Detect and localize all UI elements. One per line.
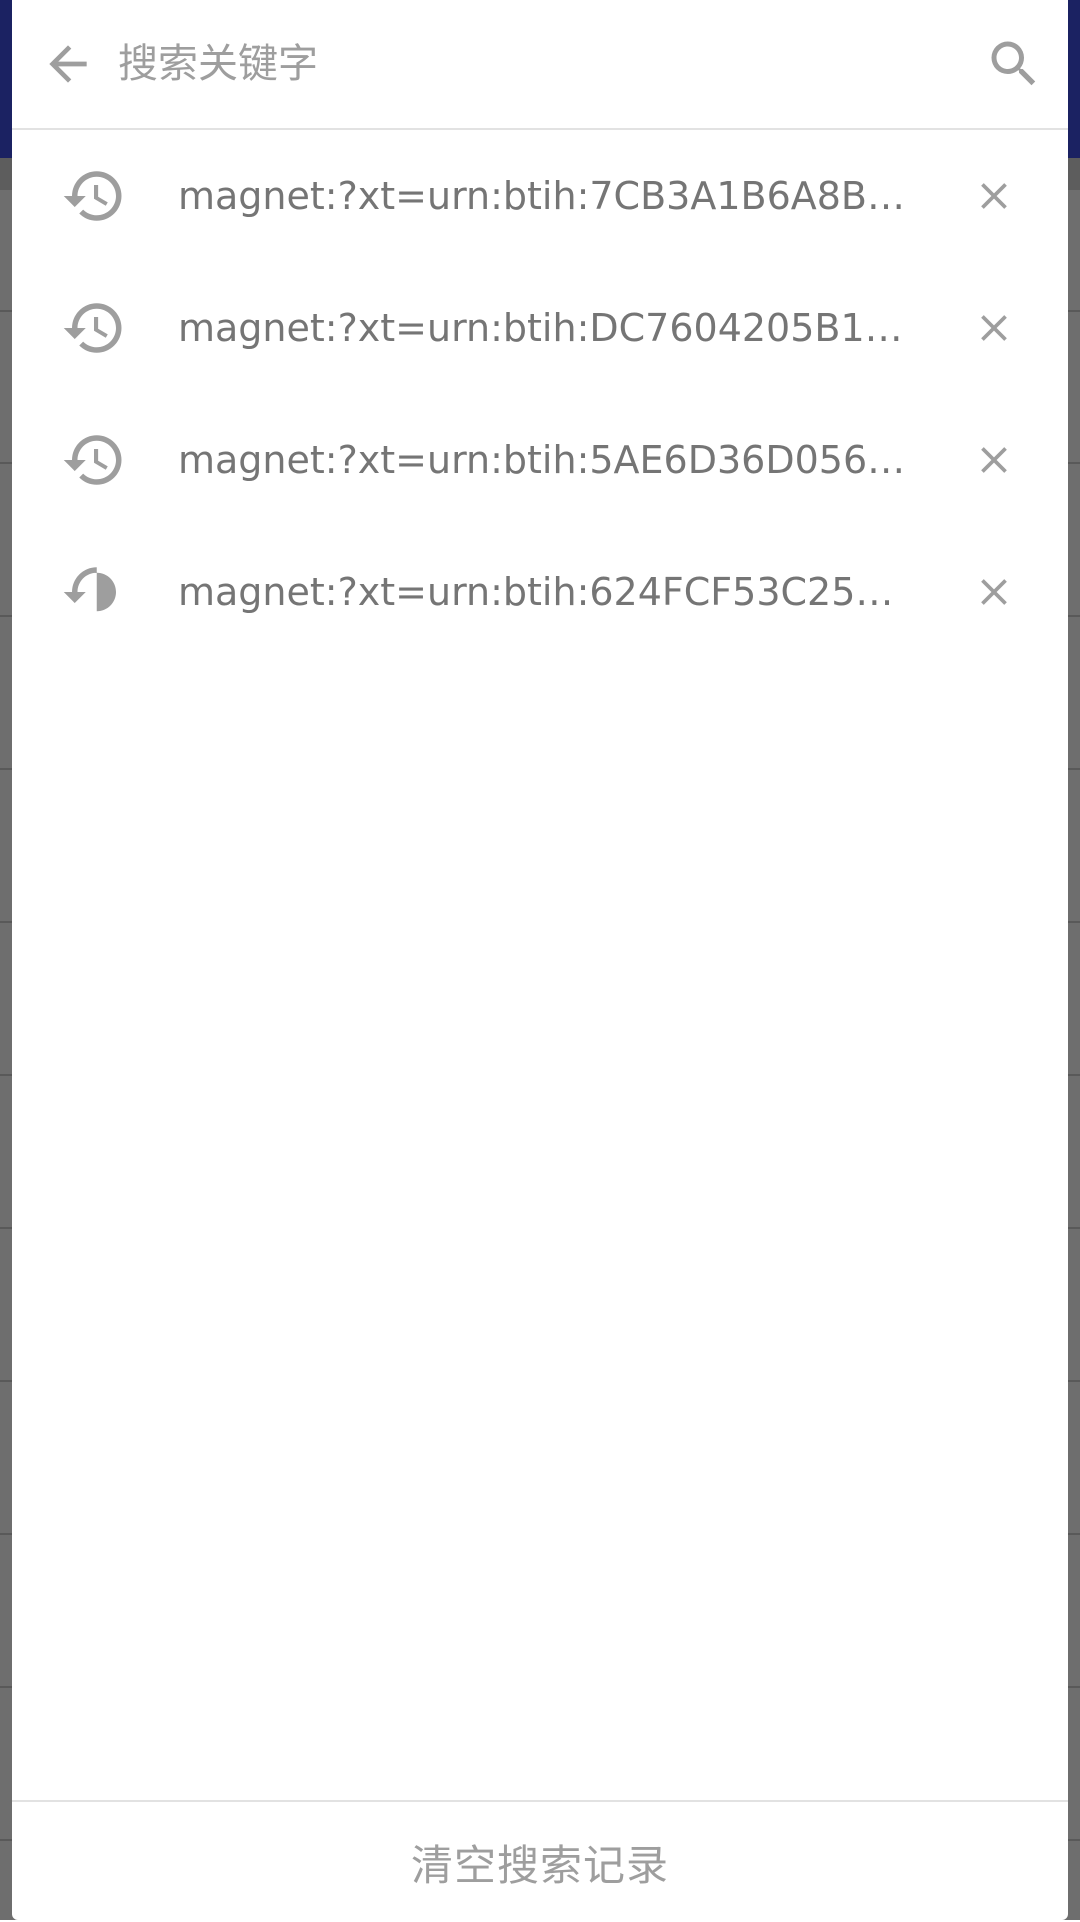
history-item[interactable]: magnet:?xt=urn:btih:624FCF53C256... — [12, 526, 1068, 658]
history-item-text: magnet:?xt=urn:btih:7CB3A1B6A8B8... — [178, 174, 908, 218]
history-icon — [60, 426, 128, 494]
history-item[interactable]: magnet:?xt=urn:btih:DC7604205B10... — [12, 262, 1068, 394]
history-item[interactable]: magnet:?xt=urn:btih:5AE6D36D0562... — [12, 394, 1068, 526]
history-item-text: magnet:?xt=urn:btih:624FCF53C256... — [178, 570, 908, 614]
history-icon — [60, 162, 128, 230]
close-icon — [981, 447, 1007, 473]
search-bar — [12, 0, 1068, 130]
search-history-list: magnet:?xt=urn:btih:7CB3A1B6A8B8... magn… — [12, 130, 1068, 658]
back-button[interactable] — [34, 30, 102, 98]
clear-history-button[interactable]: 清空搜索记录 — [411, 1832, 669, 1893]
search-input[interactable] — [118, 26, 938, 102]
search-sheet: magnet:?xt=urn:btih:7CB3A1B6A8B8... magn… — [12, 0, 1068, 1920]
history-icon — [60, 558, 128, 626]
footer: 清空搜索记录 — [12, 1800, 1068, 1922]
search-icon — [991, 41, 1036, 86]
close-icon — [981, 315, 1007, 341]
remove-history-button[interactable] — [970, 568, 1018, 616]
remove-history-button[interactable] — [970, 436, 1018, 484]
remove-history-button[interactable] — [970, 304, 1018, 352]
close-icon — [981, 579, 1007, 605]
history-item-text: magnet:?xt=urn:btih:DC7604205B10... — [178, 306, 908, 350]
remove-history-button[interactable] — [970, 172, 1018, 220]
history-icon — [60, 294, 128, 362]
arrow-back-icon — [49, 45, 87, 83]
search-button[interactable] — [980, 30, 1048, 98]
history-item-text: magnet:?xt=urn:btih:5AE6D36D0562... — [178, 438, 908, 482]
history-item[interactable]: magnet:?xt=urn:btih:7CB3A1B6A8B8... — [12, 130, 1068, 262]
close-icon — [981, 183, 1007, 209]
